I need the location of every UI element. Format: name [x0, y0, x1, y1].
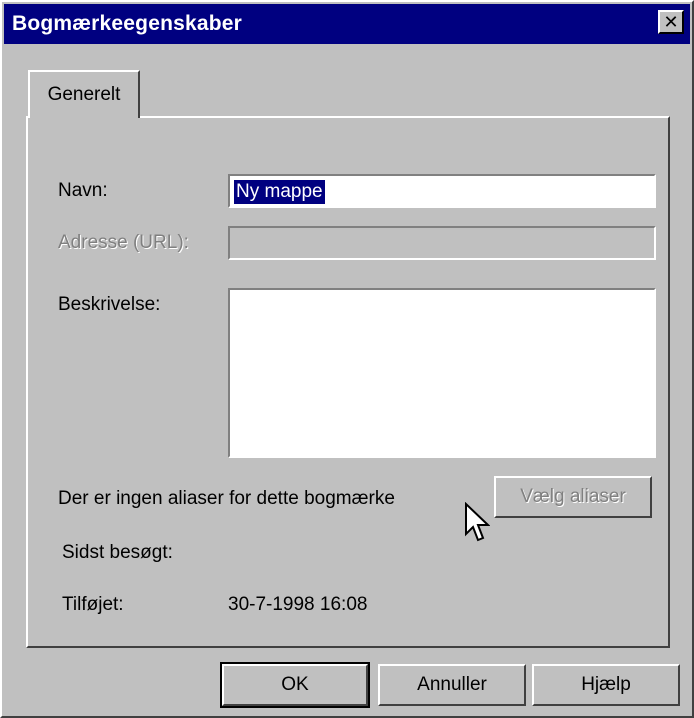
- ok-button[interactable]: OK: [220, 662, 370, 708]
- cancel-button[interactable]: Annuller: [378, 664, 526, 706]
- close-button[interactable]: ✕: [658, 10, 684, 34]
- address-input: [230, 228, 654, 258]
- ok-label: OK: [281, 674, 309, 695]
- title-bar[interactable]: Bogmærkeegenskaber ✕: [4, 4, 690, 44]
- aliases-status-text: Der er ingen aliaser for dette bogmærke: [58, 488, 395, 509]
- description-textarea[interactable]: [230, 290, 654, 456]
- added-label: Tilføjet:: [62, 594, 124, 615]
- window-title: Bogmærkeegenskaber: [12, 12, 243, 35]
- mouse-pointer-icon: [465, 502, 490, 542]
- bookmark-properties-dialog: Bogmærkeegenskaber ✕ Generelt Navn: Ny m…: [0, 0, 694, 718]
- cancel-label: Annuller: [417, 674, 487, 695]
- last-visited-label: Sidst besøgt:: [62, 542, 173, 563]
- help-button[interactable]: Hjælp: [532, 664, 680, 706]
- help-label: Hjælp: [581, 674, 631, 695]
- name-field[interactable]: Ny mappe: [228, 174, 656, 208]
- name-field-value: Ny mappe: [234, 180, 325, 204]
- tab-generelt[interactable]: Generelt: [28, 70, 140, 118]
- name-label: Navn:: [58, 180, 108, 201]
- description-field[interactable]: [228, 288, 656, 458]
- address-field: [228, 226, 656, 260]
- tab-label: Generelt: [47, 84, 121, 105]
- choose-aliases-button: Vælg aliaser: [494, 476, 652, 518]
- added-value: 30-7-1998 16:08: [228, 594, 368, 615]
- choose-aliases-label: Vælg aliaser: [520, 486, 626, 507]
- close-icon: ✕: [663, 12, 679, 32]
- description-label: Beskrivelse:: [58, 294, 161, 315]
- address-label: Adresse (URL):: [58, 232, 189, 253]
